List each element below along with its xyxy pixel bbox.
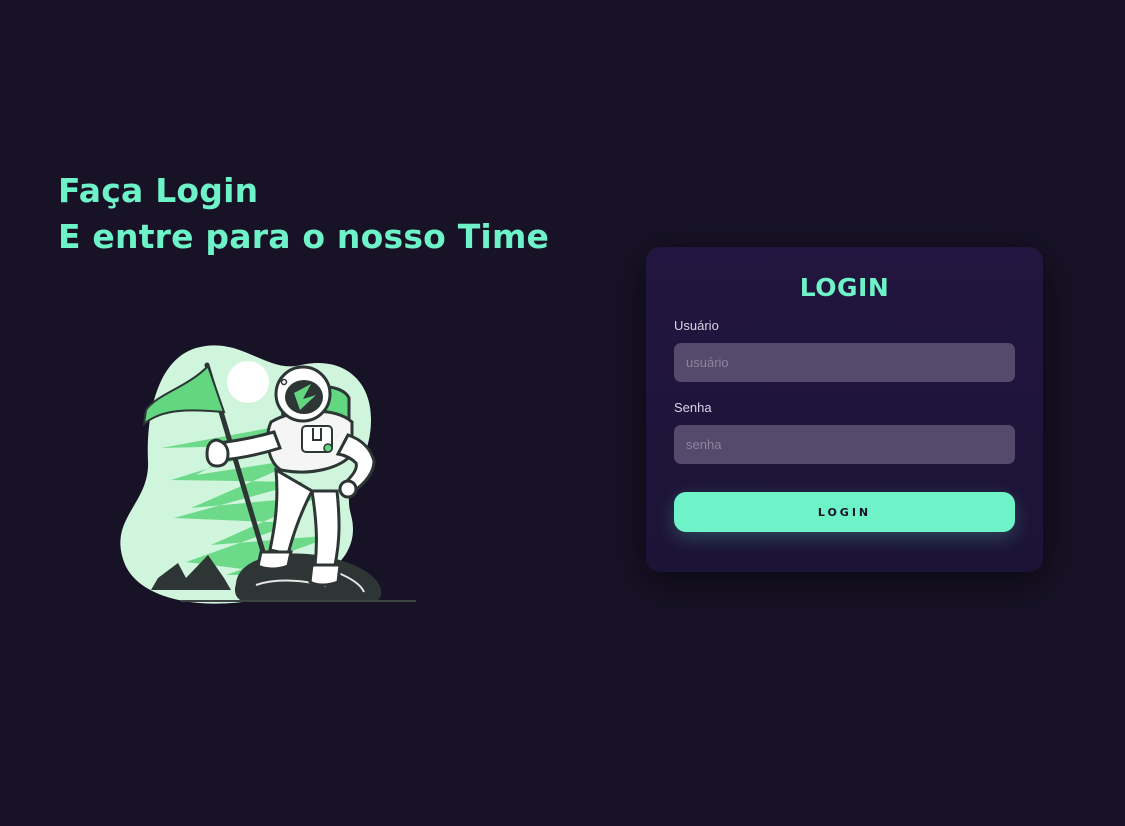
login-title: LOGIN bbox=[799, 273, 890, 302]
username-label: Usuário bbox=[674, 318, 719, 333]
hero-title-line-1: Faça Login bbox=[58, 171, 259, 210]
hero-title: Faça Login E entre para o nosso Time bbox=[58, 168, 578, 260]
username-input[interactable] bbox=[674, 343, 1015, 382]
login-card: LOGIN Usuário Senha LOGIN bbox=[646, 247, 1043, 572]
login-button[interactable]: LOGIN bbox=[674, 492, 1015, 532]
hero-title-line-2: E entre para o nosso Time bbox=[58, 217, 550, 256]
astronaut-illustration bbox=[120, 345, 416, 604]
password-input[interactable] bbox=[674, 425, 1015, 464]
password-label: Senha bbox=[674, 400, 712, 415]
hero-section: Faça Login E entre para o nosso Time bbox=[58, 168, 578, 628]
astronaut-flag-icon bbox=[120, 345, 416, 604]
